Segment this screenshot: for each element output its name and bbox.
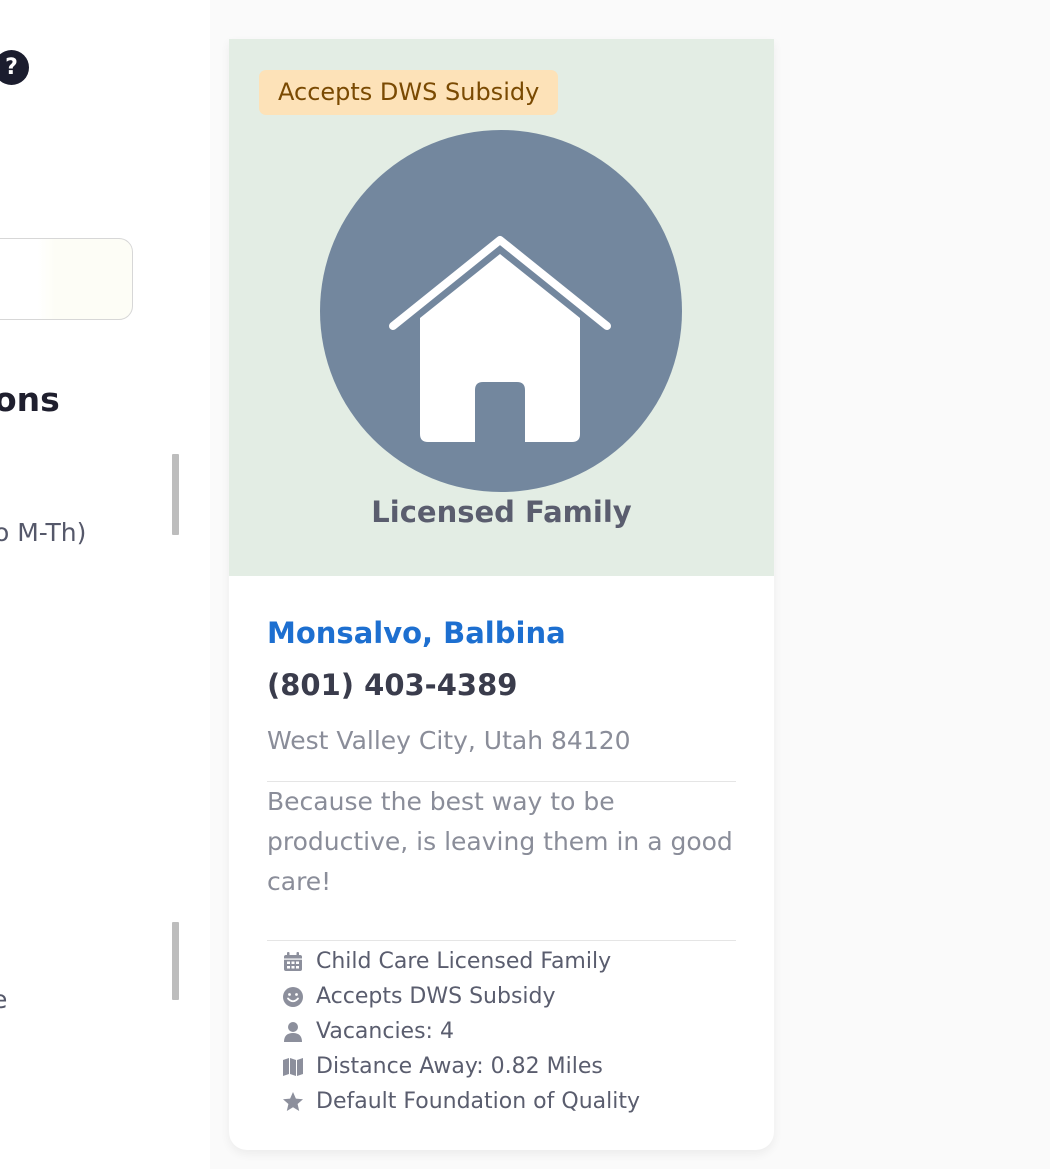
detail-vacancies: Vacancies: 4	[282, 1014, 640, 1049]
provider-phone: (801) 403-4389	[267, 668, 518, 702]
house-icon	[389, 236, 611, 442]
search-input[interactable]	[0, 238, 133, 320]
divider	[267, 940, 736, 941]
detail-text: Vacancies: 4	[316, 1019, 454, 1044]
detail-license-type: Child Care Licensed Family	[282, 944, 640, 979]
detail-quality: Default Foundation of Quality	[282, 1084, 640, 1119]
provider-details-list: Child Care Licensed Family Accepts DWS S…	[282, 944, 640, 1119]
detail-text: Accepts DWS Subsidy	[316, 984, 556, 1009]
detail-text: Default Foundation of Quality	[316, 1089, 640, 1114]
detail-distance: Distance Away: 0.82 Miles	[282, 1049, 640, 1084]
subsidy-badge: Accepts DWS Subsidy	[259, 70, 559, 115]
provider-tagline: Because the best way to be productive, i…	[267, 787, 733, 896]
provider-location: West Valley City, Utah 84120	[267, 726, 631, 755]
user-icon	[282, 1021, 304, 1043]
provider-type-label: Licensed Family	[371, 495, 632, 529]
filter-list-scrollbar[interactable]	[172, 922, 179, 1000]
smile-icon	[282, 986, 304, 1008]
provider-type-circle	[320, 130, 682, 492]
provider-card[interactable]: Accepts DWS Subsidy Licensed Family Mons…	[229, 39, 774, 1150]
provider-card-hero: Accepts DWS Subsidy Licensed Family	[229, 39, 774, 576]
detail-text: Distance Away: 0.82 Miles	[316, 1054, 603, 1079]
filter-option-label[interactable]: e	[0, 985, 7, 1014]
help-icon[interactable]: ?	[0, 50, 29, 85]
filter-sidebar: ? ons o M-Th) e	[0, 0, 210, 1169]
sidebar-section-heading: ons	[0, 380, 60, 419]
calendar-icon	[282, 951, 304, 973]
detail-text: Child Care Licensed Family	[316, 949, 612, 974]
filter-list-scrollbar[interactable]	[172, 454, 179, 535]
detail-subsidy: Accepts DWS Subsidy	[282, 979, 640, 1014]
star-icon	[282, 1091, 304, 1113]
filter-option-label[interactable]: o M-Th)	[0, 518, 86, 547]
provider-name-link[interactable]: Monsalvo, Balbina	[267, 616, 566, 650]
map-icon	[282, 1056, 304, 1078]
